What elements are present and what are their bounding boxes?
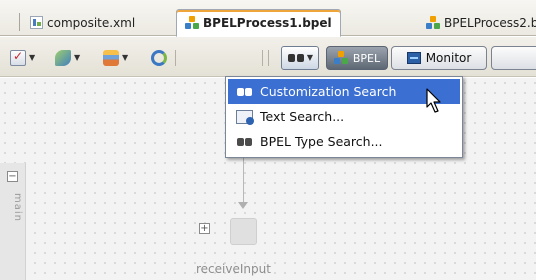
bpel-process-icon	[426, 15, 440, 30]
chevron-down-icon: ▼	[306, 53, 314, 62]
main-swimlane: − main	[0, 163, 26, 280]
monitor-mode-button[interactable]: Monitor	[391, 46, 487, 70]
tab-composite-xml[interactable]: composite.xml	[22, 9, 143, 36]
tab-bpelprocess1[interactable]: BPELProcess1.bpel	[176, 9, 341, 37]
binoculars-icon	[287, 52, 305, 64]
chevron-down-icon: ▼	[29, 53, 36, 62]
toolbar-separator	[268, 50, 269, 66]
deploy-icon	[55, 50, 71, 66]
text-search-icon	[236, 109, 254, 125]
expand-icon[interactable]: +	[199, 223, 210, 234]
bpel-editor-toolbar: ▼ ▼ ▼ ▼ BPEL Monitor	[0, 37, 536, 77]
deploy-dropdown-button[interactable]: ▼	[55, 48, 80, 68]
binoculars-icon	[236, 85, 253, 99]
tab-label: composite.xml	[47, 15, 136, 30]
toolbar-separator	[262, 50, 263, 66]
validate-icon	[10, 49, 26, 66]
chevron-down-icon: ▼	[122, 53, 129, 62]
refresh-button[interactable]	[151, 48, 167, 68]
bpel-mode-button[interactable]: BPEL	[326, 46, 388, 70]
mouse-pointer-icon	[426, 88, 441, 113]
menu-item-bpel-type-search[interactable]: BPEL Type Search...	[228, 129, 460, 154]
tab-separator	[19, 13, 20, 31]
bpel-process-icon	[185, 16, 199, 30]
tab-label: BPELProcess1.bpel	[203, 16, 332, 30]
validate-dropdown-button[interactable]: ▼	[10, 48, 35, 68]
monitor-icon	[406, 52, 421, 64]
search-dropdown-button[interactable]: ▼	[281, 46, 319, 70]
refresh-icon	[151, 50, 167, 66]
editor-tab-bar: composite.xml BPELProcess1.bpel BPELProc…	[0, 0, 536, 37]
composite-xml-icon	[30, 16, 43, 29]
monitor-mode-label: Monitor	[425, 51, 472, 65]
swimlane-label: main	[12, 193, 23, 222]
menu-item-label: Customization Search	[260, 84, 397, 99]
menu-item-label: Text Search...	[260, 109, 345, 124]
layers-dropdown-button[interactable]: ▼	[103, 48, 128, 68]
layers-icon	[103, 50, 119, 66]
activity-label: receiveInput	[196, 262, 271, 276]
tab-bpelprocess2[interactable]: BPELProcess2.bpe	[418, 9, 536, 36]
collapse-icon[interactable]: −	[7, 171, 18, 182]
toolbar-separator	[175, 50, 176, 66]
menu-item-label: BPEL Type Search...	[260, 134, 383, 149]
bpel-mode-label: BPEL	[352, 51, 381, 65]
binoculars-icon	[236, 135, 253, 149]
bpel-process-icon	[333, 51, 348, 65]
arrow-down-icon	[238, 202, 248, 209]
extra-mode-button[interactable]	[491, 46, 536, 70]
receive-activity-node[interactable]	[230, 218, 257, 245]
chevron-down-icon: ▼	[74, 53, 81, 62]
tab-label: BPELProcess2.bpe	[444, 15, 536, 30]
